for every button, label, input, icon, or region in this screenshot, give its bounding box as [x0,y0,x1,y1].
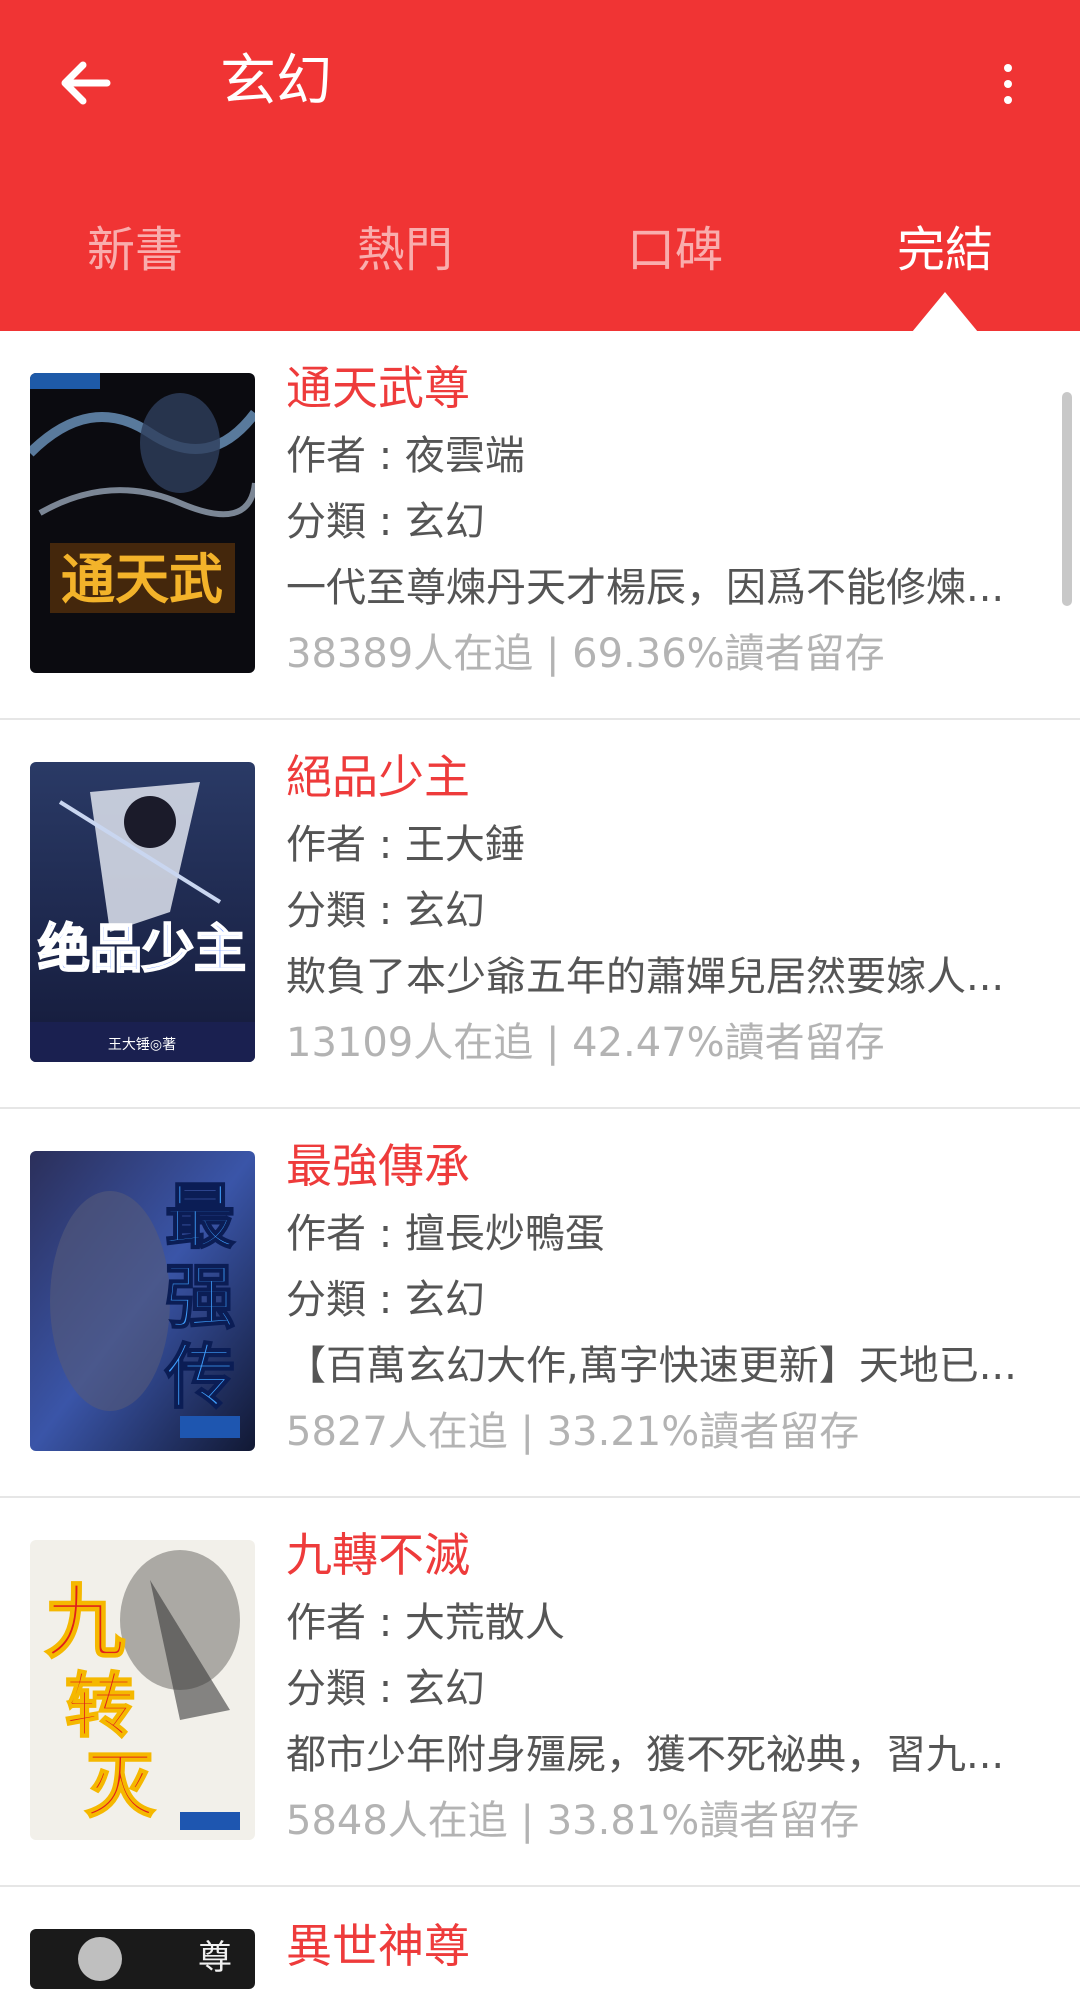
list-item[interactable]: 尊 異世神尊 [0,1887,1080,1989]
book-category: 分類 : 玄幻 [286,1277,485,1323]
more-options-button[interactable] [968,44,1048,124]
book-category: 分類 : 玄幻 [286,1666,485,1712]
book-category: 分類 : 玄幻 [286,888,485,934]
svg-text:尊: 尊 [198,1938,232,1978]
book-summary: 一代至尊煉丹天才楊辰，因爲不能修煉... [286,565,1005,611]
tab-completed[interactable]: 完結 [810,200,1080,300]
more-vertical-icon [1004,64,1012,104]
svg-text:王大锤◎著: 王大锤◎著 [108,1037,176,1053]
tab-bar: 新書 熱門 口碑 完結 [0,200,1080,300]
svg-text:最: 最 [165,1175,235,1258]
svg-text:通天武: 通天武 [61,547,223,611]
tab-indicator [912,292,978,332]
svg-text:转: 转 [65,1664,135,1747]
arrow-left-icon [61,61,111,105]
svg-text:九: 九 [45,1575,125,1669]
book-author: 作者 : 王大錘 [286,822,525,868]
book-author: 作者 : 夜雲端 [286,433,525,479]
book-summary: 都市少年附身殭屍，獲不死祕典，習九... [286,1732,1005,1778]
book-title: 絕品少主 [286,750,470,804]
book-stats: 38389人在追 | 69.36%讀者留存 [286,631,885,677]
back-button[interactable] [40,38,130,128]
book-summary: 【百萬玄幻大作,萬字快速更新】天地已... [286,1343,1017,1389]
svg-text:灭: 灭 [85,1744,156,1827]
book-cover: 九 转 灭 [30,1540,255,1840]
book-stats: 5827人在追 | 33.21%讀者留存 [286,1409,860,1455]
scrollbar[interactable] [1062,392,1072,606]
tab-popular[interactable]: 熱門 [270,200,540,300]
book-title: 最強傳承 [286,1139,470,1193]
book-list: 通天武 通天武尊 作者 : 夜雲端 分類 : 玄幻 一代至尊煉丹天才楊辰，因爲不… [0,331,1080,1989]
book-cover: 通天武 [30,373,255,673]
book-cover: 最 强 传 [30,1151,255,1451]
list-item[interactable]: 通天武 通天武尊 作者 : 夜雲端 分類 : 玄幻 一代至尊煉丹天才楊辰，因爲不… [0,331,1080,720]
svg-text:强: 强 [165,1255,235,1338]
book-stats: 5848人在追 | 33.81%讀者留存 [286,1798,860,1844]
tab-reputation[interactable]: 口碑 [540,200,810,300]
book-author: 作者 : 擅長炒鴨蛋 [286,1211,605,1257]
book-title: 異世神尊 [286,1919,470,1973]
list-item[interactable]: 绝品少主 王大锤◎著 絕品少主 作者 : 王大錘 分類 : 玄幻 欺負了本少爺五… [0,720,1080,1109]
book-cover: 尊 [30,1929,255,1989]
book-summary: 欺負了本少爺五年的蕭嬋兒居然要嫁人... [286,954,1005,1000]
app-bar: 玄幻 新書 熱門 口碑 完結 [0,0,1080,332]
list-item[interactable]: 最 强 传 最強傳承 作者 : 擅長炒鴨蛋 分類 : 玄幻 【百萬玄幻大作,萬字… [0,1109,1080,1498]
book-stats: 13109人在追 | 42.47%讀者留存 [286,1020,885,1066]
svg-text:传: 传 [164,1335,235,1418]
book-category: 分類 : 玄幻 [286,499,485,545]
list-item[interactable]: 九 转 灭 九轉不滅 作者 : 大荒散人 分類 : 玄幻 都市少年附身殭屍，獲不… [0,1498,1080,1887]
svg-text:绝品少主: 绝品少主 [38,919,246,980]
book-cover: 绝品少主 王大锤◎著 [30,762,255,1062]
book-author: 作者 : 大荒散人 [286,1600,565,1646]
page-title: 玄幻 [220,49,332,114]
book-title: 九轉不滅 [286,1528,470,1582]
tab-new-books[interactable]: 新書 [0,200,270,300]
book-title: 通天武尊 [286,361,470,415]
